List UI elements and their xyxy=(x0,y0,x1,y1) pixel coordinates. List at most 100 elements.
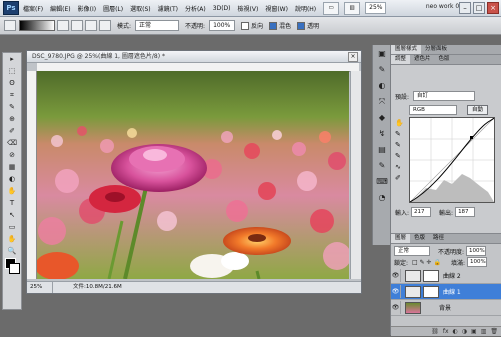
white-point-eyedropper-icon[interactable]: ✎ xyxy=(395,152,405,163)
swatches-icon[interactable]: ▤ xyxy=(375,144,389,156)
curves-graph[interactable] xyxy=(409,117,495,203)
menu-select[interactable]: 選取(S) xyxy=(130,4,151,13)
gradient-tool-icon[interactable] xyxy=(4,20,16,31)
workspace-name[interactable]: neo work 01 xyxy=(426,3,463,10)
curve-point-icon[interactable]: ∿ xyxy=(395,163,405,174)
history-icon[interactable]: ▣ xyxy=(375,48,389,60)
arrange-icon[interactable]: ▥ xyxy=(344,1,361,15)
layer-row[interactable]: 👁 背景 xyxy=(391,300,501,316)
mode-select[interactable]: 正常 xyxy=(135,20,180,31)
screen-mode-icon[interactable]: ▭ xyxy=(323,1,340,15)
pencil-curve-icon[interactable]: ✐ xyxy=(395,174,405,185)
minimize-button[interactable]: – xyxy=(459,2,471,14)
image-canvas[interactable] xyxy=(37,71,349,279)
menu-view[interactable]: 檢視(V) xyxy=(238,4,259,13)
input-value[interactable]: 217 xyxy=(411,207,432,217)
visibility-eye-icon[interactable]: 👁 xyxy=(391,269,401,282)
eraser-tool-icon[interactable]: ⌫ xyxy=(5,138,19,148)
pen-tool-icon[interactable]: ✋ xyxy=(5,186,19,196)
gray-point-eyedropper-icon[interactable]: ✎ xyxy=(395,141,405,152)
status-doc-size[interactable]: 文件:10.8M/21.6M xyxy=(53,282,122,293)
move-tool-icon[interactable]: ▸ xyxy=(5,54,19,64)
dodge-tool-icon[interactable]: ◐ xyxy=(5,174,19,184)
adjustments-icon[interactable]: ◐ xyxy=(375,80,389,92)
tab-layer-styles[interactable]: 圖層樣式 xyxy=(391,45,422,54)
window-controls: – □ × xyxy=(459,2,499,14)
dither-checkbox[interactable] xyxy=(269,21,278,30)
gradient-swatch[interactable] xyxy=(19,20,55,31)
history-brush-tool-icon[interactable]: ⊘ xyxy=(5,150,19,160)
photoshop-logo: Ps xyxy=(3,1,19,15)
eyedropper-tool-icon[interactable]: ✎ xyxy=(5,102,19,112)
maximize-button[interactable]: □ xyxy=(473,2,485,14)
crop-tool-icon[interactable]: ⌗ xyxy=(5,90,19,100)
marquee-tool-icon[interactable]: ⬚ xyxy=(5,66,19,76)
actions-icon[interactable]: ↯ xyxy=(375,128,389,140)
path-select-tool-icon[interactable]: ↖ xyxy=(5,210,19,220)
reflected-gradient-icon[interactable] xyxy=(99,20,111,31)
type-tool-icon[interactable]: T xyxy=(5,198,19,208)
menu-image[interactable]: 影像(I) xyxy=(78,4,96,13)
tab-channels[interactable]: 色版 xyxy=(435,55,454,64)
info-icon[interactable]: ◔ xyxy=(375,192,389,204)
document-title[interactable]: DSC_9780.JPG @ 25%(曲線 1, 圖層遮色片/8) * xyxy=(27,51,361,63)
tab-layer-channels[interactable]: 色版 xyxy=(410,234,429,243)
tab-paths[interactable]: 路徑 xyxy=(429,234,448,243)
channel-select[interactable]: RGB xyxy=(409,105,457,115)
layer-opacity-field[interactable]: 100% xyxy=(466,246,487,256)
healing-tool-icon[interactable]: ⊕ xyxy=(5,114,19,124)
menu-edit[interactable]: 編輯(E) xyxy=(50,4,70,13)
visibility-eye-icon[interactable]: 👁 xyxy=(391,285,401,298)
opacity-field[interactable]: 100% xyxy=(209,20,236,31)
hand-tool-icon[interactable]: ✋ xyxy=(5,234,19,244)
on-image-adjust-icon[interactable]: ✋ xyxy=(395,119,405,130)
brush-tool-icon[interactable]: ✐ xyxy=(5,126,19,136)
black-point-eyedropper-icon[interactable]: ✎ xyxy=(395,130,405,141)
fill-field[interactable]: 100% xyxy=(466,257,487,267)
layer-row[interactable]: 👁 曲線 1 xyxy=(391,284,501,300)
visibility-eye-icon[interactable]: 👁 xyxy=(391,301,401,314)
zoom-tool-icon[interactable]: 🔍 xyxy=(5,246,19,256)
layer-row[interactable]: 👁 曲線 2 xyxy=(391,268,501,284)
blend-mode-select[interactable]: 正常 xyxy=(394,246,430,256)
reverse-checkbox[interactable] xyxy=(241,21,250,30)
menu-window[interactable]: 視窗(W) xyxy=(265,4,288,13)
pen-settings-icon[interactable]: ✎ xyxy=(375,160,389,172)
character-icon[interactable]: ⌨ xyxy=(375,176,389,188)
linear-gradient-icon[interactable] xyxy=(57,20,69,31)
menu-filter[interactable]: 濾鏡(T) xyxy=(158,4,178,13)
background-color[interactable] xyxy=(9,263,20,274)
tab-layer-comps[interactable]: 分層面板 xyxy=(421,45,451,54)
brush-presets-icon[interactable]: ✎ xyxy=(375,64,389,76)
menu-analysis[interactable]: 分析(A) xyxy=(185,4,206,13)
shape-tool-icon[interactable]: ▭ xyxy=(5,222,19,232)
preset-select[interactable]: 自訂 xyxy=(413,91,476,101)
status-zoom[interactable]: 25% xyxy=(27,282,53,293)
tab-layers[interactable]: 圖層 xyxy=(391,234,411,243)
output-value[interactable]: 187 xyxy=(455,207,476,217)
adjustment-thumbnail xyxy=(405,285,421,298)
panel-dock-icons: ▣ ✎ ◐ ⤧ ◆ ↯ ▤ ✎ ⌨ ◔ xyxy=(372,45,391,245)
color-swatches[interactable] xyxy=(3,258,21,280)
radial-gradient-icon[interactable] xyxy=(71,20,83,31)
transparency-label: 透明 xyxy=(307,23,320,30)
gradient-tool-icon[interactable]: ▦ xyxy=(5,162,19,172)
transparency-checkbox[interactable] xyxy=(297,21,306,30)
lasso-tool-icon[interactable]: ʘ xyxy=(5,78,19,88)
lock-icons[interactable]: □ ✎ ✛ 🔒 xyxy=(412,259,441,266)
right-panels: 圖層樣式 分層面板 調整 遮色片 色版 預設: 自訂 RGB 自動 ✋ ✎ ✎ … xyxy=(390,45,501,336)
styles-icon[interactable]: ◆ xyxy=(375,112,389,124)
auto-button[interactable]: 自動 xyxy=(467,105,489,115)
menu-help[interactable]: 說明(H) xyxy=(295,4,316,13)
vertical-scrollbar[interactable] xyxy=(350,71,361,279)
menu-file[interactable]: 檔案(F) xyxy=(23,4,43,13)
document-close-icon[interactable]: × xyxy=(348,52,358,62)
menu-layer[interactable]: 圖層(L) xyxy=(103,4,123,13)
tab-masks[interactable]: 遮色片 xyxy=(410,55,435,64)
tool-presets-icon[interactable]: ⤧ xyxy=(375,96,389,108)
tab-adjustments[interactable]: 調整 xyxy=(391,55,411,64)
menu-3d[interactable]: 3D(D) xyxy=(213,5,231,12)
zoom-select[interactable]: 25% xyxy=(365,2,387,14)
close-button[interactable]: × xyxy=(487,2,499,14)
angle-gradient-icon[interactable] xyxy=(85,20,97,31)
